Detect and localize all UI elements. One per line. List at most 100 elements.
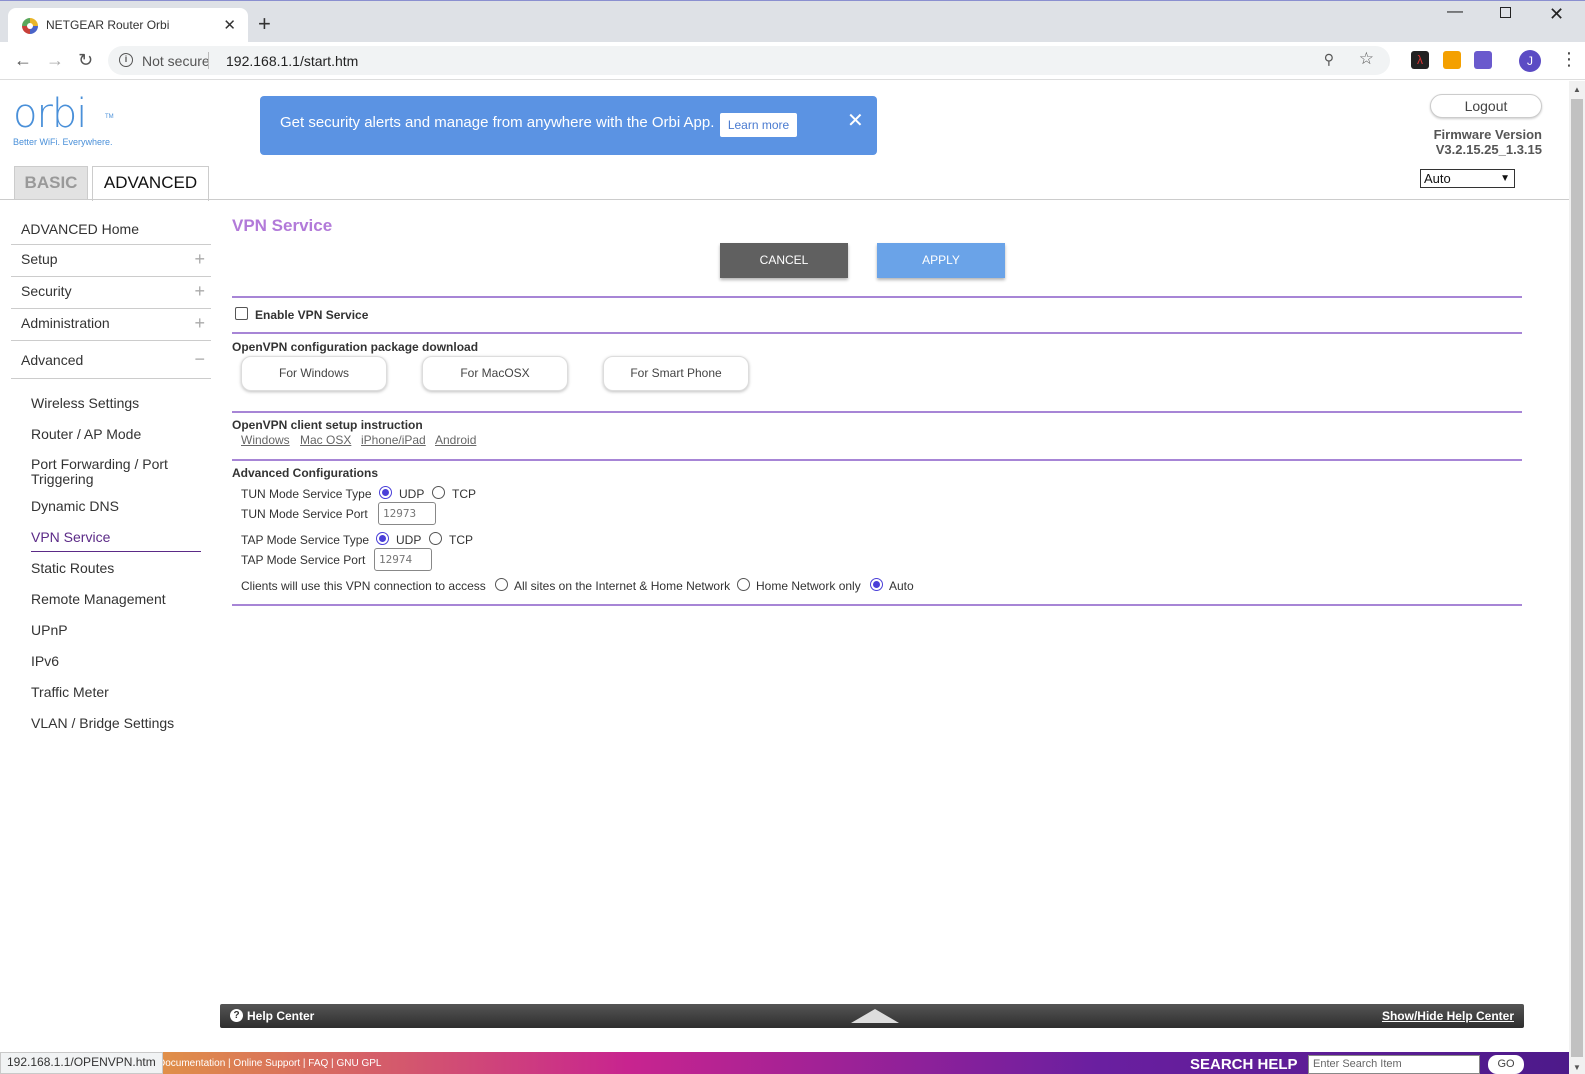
section-divider (232, 604, 1522, 606)
reload-icon[interactable]: ↻ (78, 50, 93, 71)
expand-plus-icon[interactable]: + (194, 249, 205, 270)
minimize-icon[interactable]: — (1447, 3, 1463, 21)
back-icon[interactable]: ← (14, 50, 32, 71)
help-center-bar[interactable]: ? Help Center Show/Hide Help Center (220, 1004, 1524, 1028)
tun-udp-radio[interactable] (379, 486, 392, 499)
tab-basic[interactable]: BASIC (14, 166, 88, 200)
sidebar-item-advanced-home[interactable]: ADVANCED Home (11, 215, 211, 245)
orbi-logo[interactable]: orbi TM Better WiFi. Everywhere. (13, 91, 114, 147)
tab-title: NETGEAR Router Orbi (46, 18, 170, 32)
sidebar-sub-vpn-service[interactable]: VPN Service (11, 529, 110, 545)
apply-button[interactable]: APPLY (877, 243, 1005, 278)
sidebar-sub-remote-management[interactable]: Remote Management (11, 591, 166, 607)
help-center-label: Help Center (247, 1009, 315, 1023)
sidebar-item-label: Administration (21, 315, 110, 331)
profile-avatar[interactable]: J (1519, 50, 1541, 72)
sidebar-item-advanced[interactable]: Advanced − (11, 341, 211, 379)
logo-wordmark: orbi (13, 91, 87, 137)
tap-port-input[interactable]: 12974 (374, 548, 432, 571)
sidebar-sub-upnp[interactable]: UPnP (11, 622, 68, 638)
enable-vpn-checkbox[interactable] (235, 307, 248, 320)
tun-port-input[interactable]: 12973 (378, 502, 436, 525)
sidebar-sub-static-routes[interactable]: Static Routes (11, 560, 114, 576)
tap-type-label: TAP Mode Service Type (241, 533, 370, 547)
maximize-icon[interactable] (1500, 7, 1511, 18)
sidebar-sub-dynamic-dns[interactable]: Dynamic DNS (11, 498, 119, 514)
docs-extension-icon[interactable] (1474, 51, 1492, 69)
enable-vpn-label: Enable VPN Service (255, 308, 369, 322)
tun-type-label: TUN Mode Service Type (241, 487, 372, 501)
chevron-down-icon: ▼ (1500, 173, 1510, 184)
menu-kebab-icon[interactable]: ⋮ (1560, 49, 1578, 70)
section-divider (232, 459, 1522, 461)
app-promo-banner: Get security alerts and manage from anyw… (260, 96, 877, 155)
address-bar[interactable]: i Not secure 192.168.1.1/start.htm ⚲ ☆ (108, 46, 1390, 75)
url-text[interactable]: 192.168.1.1/start.htm (226, 53, 358, 69)
sidebar-item-label: Advanced (21, 352, 84, 368)
access-auto-radio[interactable] (870, 578, 883, 591)
language-select[interactable]: Auto ▼ (1420, 169, 1515, 188)
collapse-minus-icon[interactable]: − (194, 349, 205, 370)
shopping-extension-icon[interactable] (1443, 51, 1461, 69)
key-icon[interactable]: ⚲ (1324, 51, 1334, 68)
expand-plus-icon[interactable]: + (194, 281, 205, 302)
vertical-scrollbar[interactable]: ▲ ▼ (1569, 81, 1585, 1074)
expand-up-arrow-icon[interactable] (851, 1009, 899, 1023)
forward-icon[interactable]: → (46, 50, 64, 71)
clients-access-label: Clients will use this VPN connection to … (241, 579, 486, 593)
window-close-icon[interactable]: ✕ (1549, 4, 1564, 25)
sidebar-sub-ipv6[interactable]: IPv6 (11, 653, 59, 669)
sidebar-sub-port-forwarding[interactable]: Port Forwarding / Port Triggering (11, 457, 181, 487)
sidebar-sub-traffic-meter[interactable]: Traffic Meter (11, 684, 109, 700)
cancel-button[interactable]: CANCEL (720, 243, 848, 278)
tap-udp-radio[interactable] (376, 532, 389, 545)
footer-links[interactable]: Documentation | Online Support | FAQ | G… (158, 1058, 381, 1069)
search-help-input[interactable]: Enter Search Item (1308, 1055, 1480, 1074)
show-hide-help-link[interactable]: Show/Hide Help Center (1382, 1009, 1514, 1023)
logout-button[interactable]: Logout (1430, 94, 1542, 118)
sidebar-sub-wireless-settings[interactable]: Wireless Settings (11, 395, 139, 411)
scroll-up-icon[interactable]: ▲ (1573, 85, 1581, 94)
browser-status-url: 192.168.1.1/OPENVPN.htm (0, 1052, 163, 1074)
sidebar-item-administration[interactable]: Administration + (11, 309, 211, 341)
sidebar-sub-vlan-bridge[interactable]: VLAN / Bridge Settings (11, 715, 174, 731)
expand-plus-icon[interactable]: + (194, 313, 205, 334)
scroll-down-icon[interactable]: ▼ (1573, 1063, 1581, 1072)
firmware-label: Firmware Version (1433, 127, 1542, 142)
info-icon[interactable]: i (119, 53, 133, 67)
omnibox-divider (208, 52, 209, 69)
bookmark-star-icon[interactable]: ☆ (1359, 49, 1374, 69)
sidebar-item-label: Security (21, 283, 72, 299)
security-label[interactable]: Not secure (142, 53, 210, 69)
instruction-link-android[interactable]: Android (435, 433, 476, 447)
tab-advanced[interactable]: ADVANCED (92, 166, 209, 201)
banner-close-icon[interactable]: ✕ (847, 108, 864, 133)
learn-more-button[interactable]: Learn more (720, 113, 797, 137)
browser-tab[interactable]: NETGEAR Router Orbi ✕ (8, 8, 248, 43)
tun-udp-label: UDP (399, 487, 425, 501)
download-heading: OpenVPN configuration package download (232, 340, 479, 354)
download-macosx-button[interactable]: For MacOSX (422, 356, 568, 391)
tap-tcp-radio[interactable] (429, 532, 442, 545)
instruction-link-iphone[interactable]: iPhone/iPad (361, 433, 426, 447)
instruction-link-windows[interactable]: Windows (241, 433, 290, 447)
access-home-only-radio[interactable] (737, 578, 750, 591)
access-home-only-label: Home Network only (756, 579, 861, 593)
browser-toolbar: ← → ↻ i Not secure 192.168.1.1/start.htm… (0, 42, 1585, 80)
scrollbar-thumb[interactable] (1571, 99, 1583, 1057)
page-footer: Documentation | Online Support | FAQ | G… (0, 1052, 1569, 1074)
active-item-underline (31, 551, 201, 552)
download-windows-button[interactable]: For Windows (241, 356, 387, 391)
sidebar-item-setup[interactable]: Setup + (11, 245, 211, 277)
tun-tcp-radio[interactable] (432, 486, 445, 499)
instruction-link-macosx[interactable]: Mac OSX (300, 433, 351, 447)
sidebar-sub-router-ap-mode[interactable]: Router / AP Mode (11, 426, 141, 442)
pdf-extension-icon[interactable]: λ (1411, 51, 1429, 69)
search-go-button[interactable]: GO (1488, 1055, 1524, 1074)
sidebar-item-security[interactable]: Security + (11, 277, 211, 309)
new-tab-icon[interactable]: + (258, 12, 271, 36)
close-tab-icon[interactable]: ✕ (223, 16, 236, 34)
access-all-sites-radio[interactable] (495, 578, 508, 591)
download-smartphone-button[interactable]: For Smart Phone (603, 356, 749, 391)
section-divider (232, 296, 1522, 298)
